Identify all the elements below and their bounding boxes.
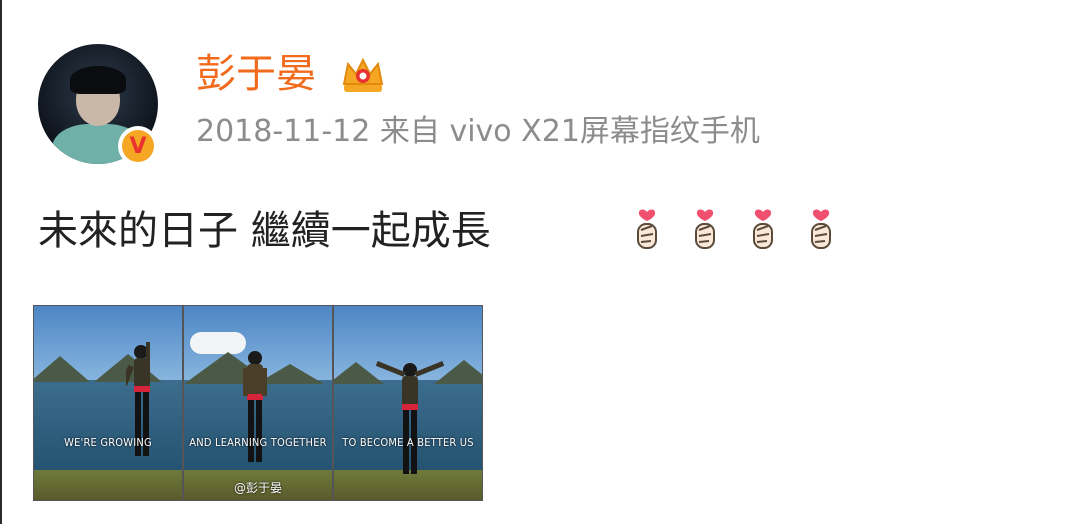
person bbox=[126, 342, 150, 456]
window-edge bbox=[0, 0, 2, 524]
sea bbox=[34, 380, 182, 480]
finger-heart-emoji bbox=[637, 209, 657, 249]
post-meta: 2018-11-12 来自 vivo X21屏幕指纹手机 bbox=[196, 112, 760, 152]
post-text: 未來的日子 繼續一起成長 bbox=[38, 208, 491, 254]
gallery-caption: WE'RE GROWING bbox=[64, 436, 152, 449]
post-timestamp: 2018-11-12 bbox=[196, 114, 371, 149]
gallery-image-1[interactable]: WE'RE GROWING bbox=[34, 306, 182, 500]
person bbox=[375, 361, 445, 474]
crown-icon[interactable] bbox=[340, 54, 386, 94]
gallery-image-2[interactable]: AND LEARNING TOGETHER @彭于晏 bbox=[184, 306, 332, 500]
avatar-hair bbox=[70, 66, 126, 94]
weibo-watermark: @彭于晏 bbox=[233, 481, 282, 495]
mountain bbox=[34, 356, 90, 382]
finger-heart-emoji bbox=[753, 209, 773, 249]
finger-heart-emoji bbox=[811, 209, 831, 249]
post-device[interactable]: vivo X21屏幕指纹手机 bbox=[449, 114, 759, 149]
gallery-caption: AND LEARNING TOGETHER bbox=[189, 436, 327, 449]
grass bbox=[34, 470, 182, 500]
post-source-prefix: 来自 bbox=[379, 114, 440, 149]
image-gallery: WE'RE GROWING AND LEARNING TOGETHER @彭于晏 bbox=[33, 305, 483, 501]
finger-heart-emoji bbox=[695, 209, 715, 249]
username[interactable]: 彭于晏 bbox=[196, 50, 316, 98]
verified-badge-mark: V bbox=[122, 130, 154, 162]
verified-badge-icon: V bbox=[118, 126, 158, 166]
gallery-caption: TO BECOME A BETTER US bbox=[342, 436, 474, 449]
gallery-image-3[interactable]: TO BECOME A BETTER US bbox=[334, 306, 482, 500]
cloud bbox=[190, 332, 246, 354]
person bbox=[243, 351, 267, 462]
